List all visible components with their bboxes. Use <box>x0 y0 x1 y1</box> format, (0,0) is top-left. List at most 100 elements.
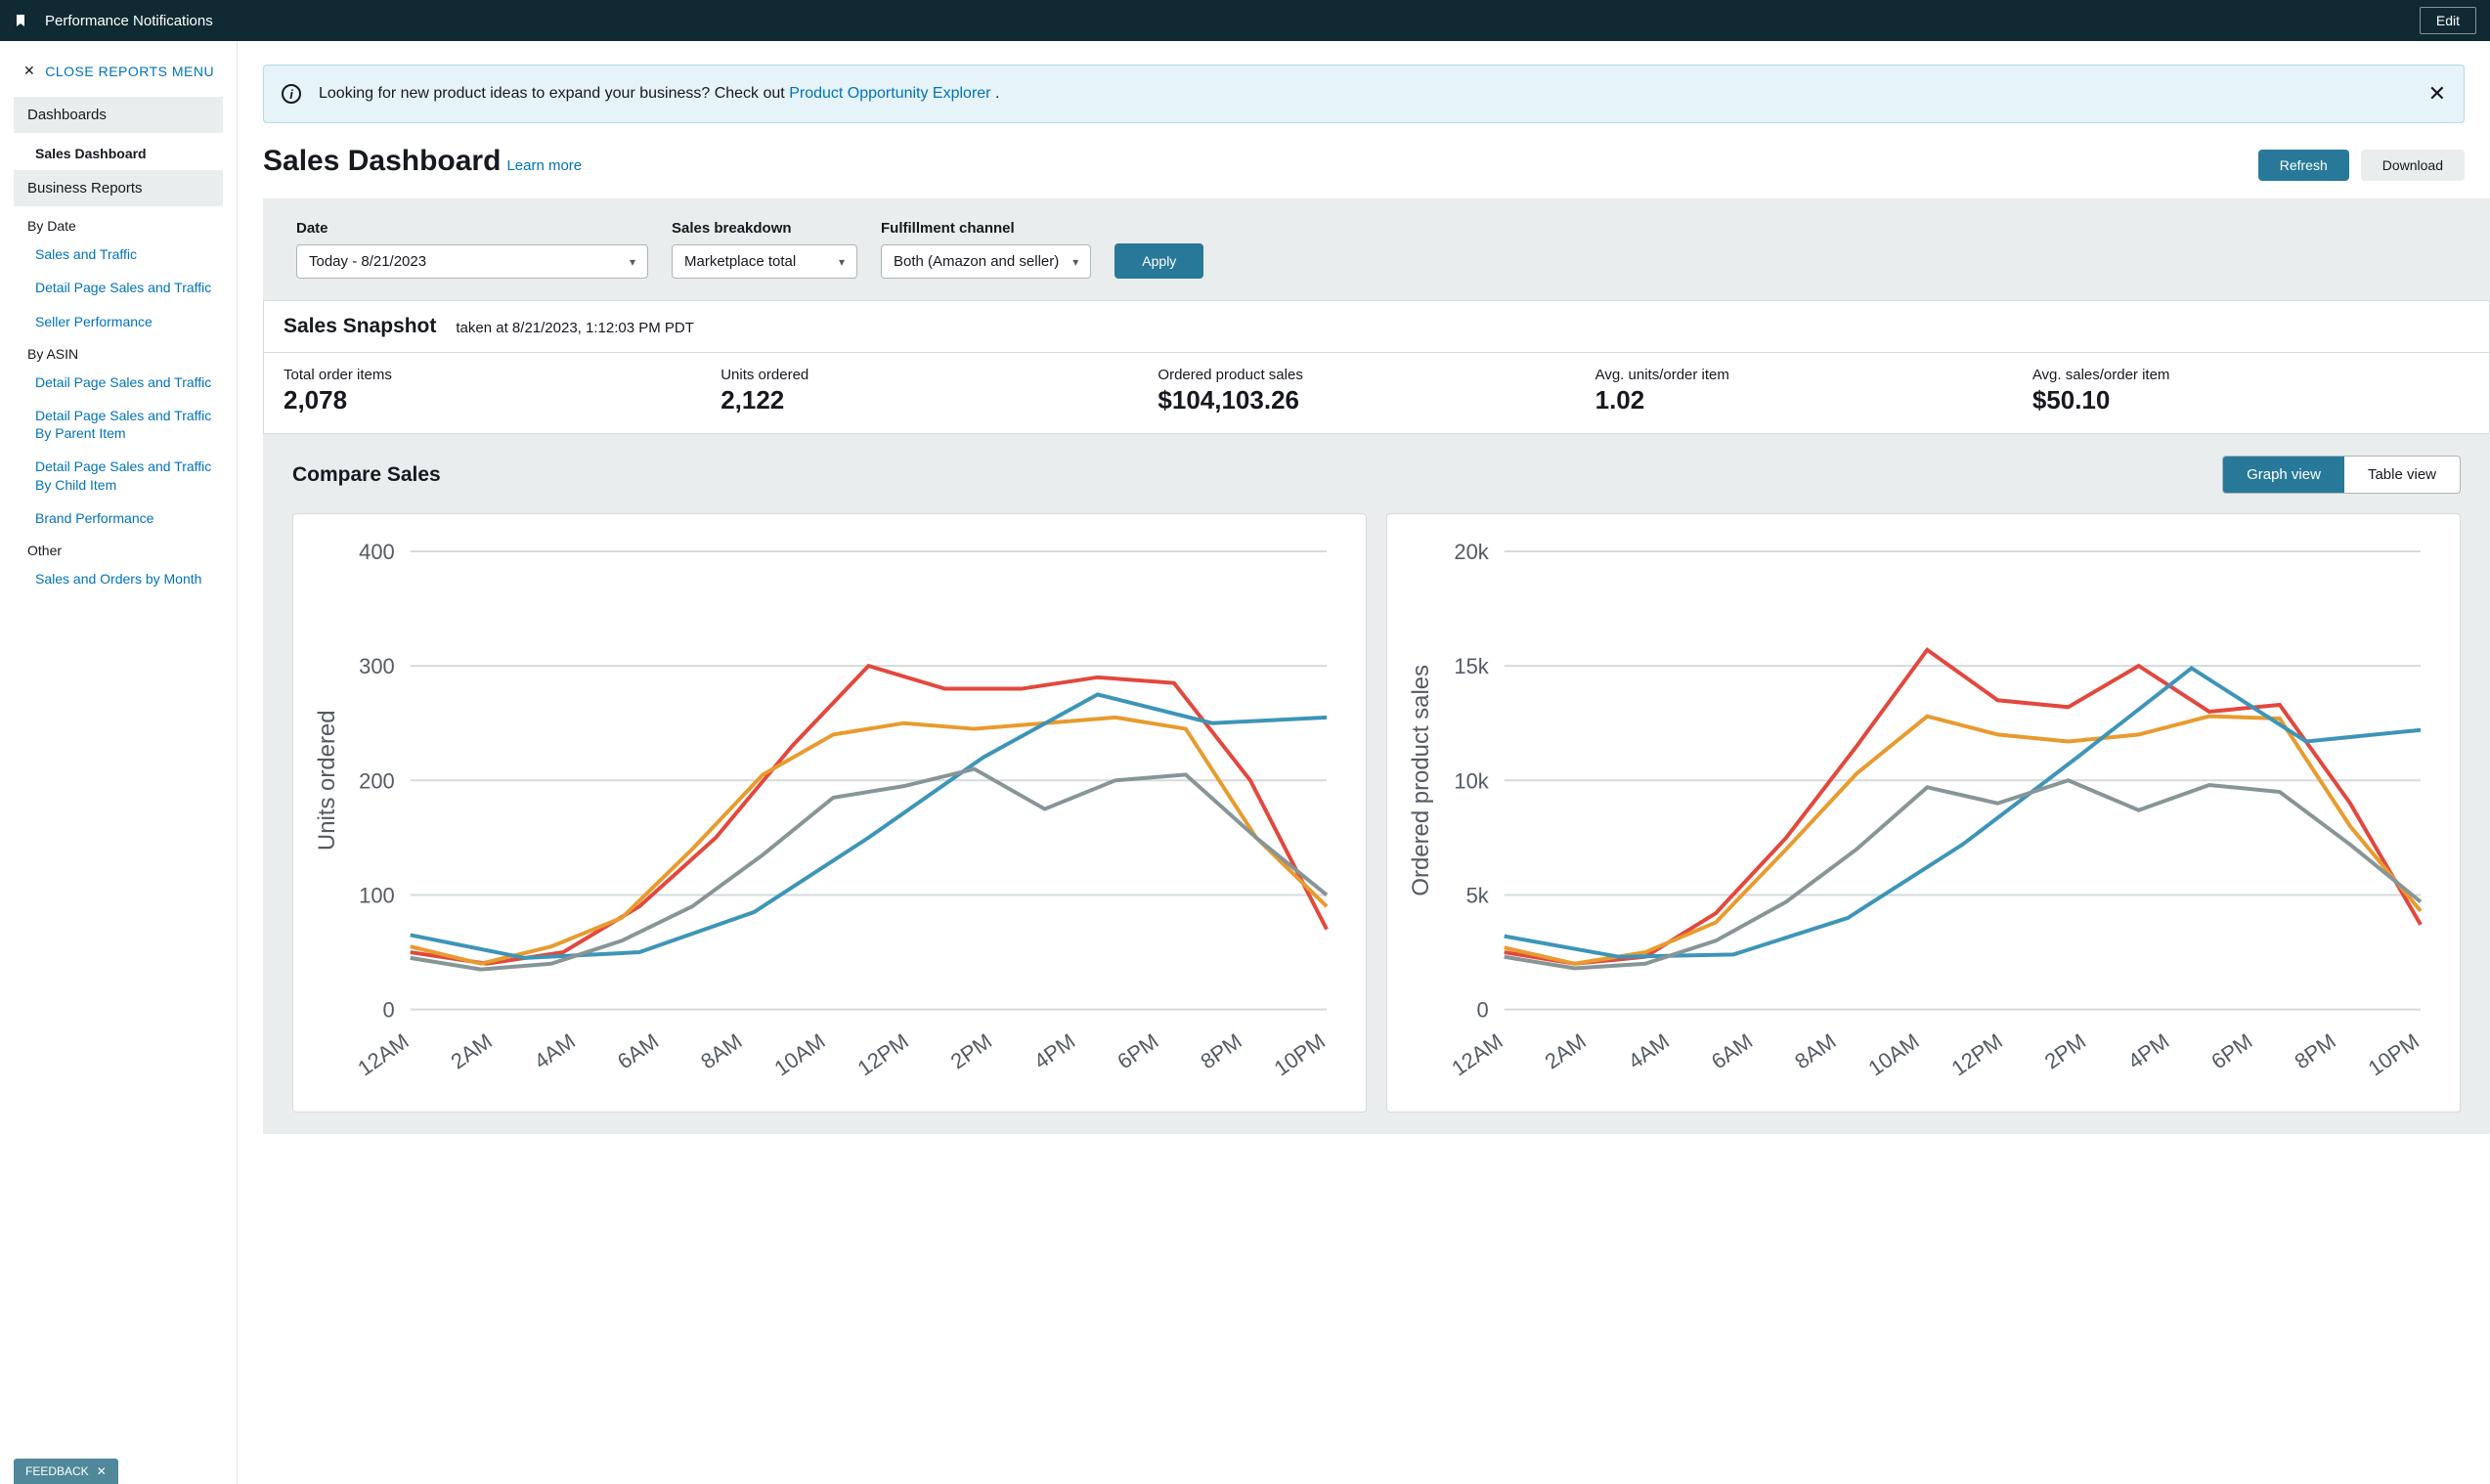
sidebar: ✕ CLOSE REPORTS MENU Dashboards Sales Da… <box>0 41 238 1484</box>
banner-close-icon[interactable]: ✕ <box>2428 81 2446 107</box>
breakdown-value: Marketplace total <box>684 253 796 270</box>
svg-text:12PM: 12PM <box>1947 1028 2007 1080</box>
svg-text:6PM: 6PM <box>2206 1028 2256 1073</box>
sidebar-item-seller-performance[interactable]: Seller Performance <box>0 305 237 338</box>
sidebar-item-sales-dashboard[interactable]: Sales Dashboard <box>0 137 237 170</box>
close-reports-menu[interactable]: ✕ CLOSE REPORTS MENU <box>0 63 237 97</box>
svg-text:12PM: 12PM <box>853 1028 913 1080</box>
metric-total-order-items: Total order items 2,078 <box>284 367 721 415</box>
metric-value: $104,103.26 <box>1158 385 1594 415</box>
close-icon: ✕ <box>23 63 35 79</box>
svg-text:12AM: 12AM <box>353 1028 413 1080</box>
metric-avg-units: Avg. units/order item 1.02 <box>1595 367 2032 415</box>
banner-pre: Looking for new product ideas to expand … <box>319 85 789 102</box>
channel-select[interactable]: Both (Amazon and seller) ▾ <box>881 244 1091 279</box>
metric-value: 1.02 <box>1595 385 2032 415</box>
svg-text:8PM: 8PM <box>1196 1028 1245 1073</box>
main: i Looking for new product ideas to expan… <box>238 41 2490 1484</box>
filter-panel: Date Today - 8/21/2023 ▾ Sales breakdown… <box>263 198 2490 300</box>
learn-more-link[interactable]: Learn more <box>506 157 582 174</box>
sidebar-item-asin-child[interactable]: Detail Page Sales and Traffic By Child I… <box>0 450 237 501</box>
feedback-label: FEEDBACK <box>25 1464 89 1478</box>
svg-text:8PM: 8PM <box>2290 1028 2339 1073</box>
chevron-down-icon: ▾ <box>839 255 845 269</box>
table-view-button[interactable]: Table view <box>2344 457 2460 493</box>
channel-value: Both (Amazon and seller) <box>894 253 1059 270</box>
chart-svg: 05k10k15k20k12AM2AM4AM6AM8AM10AM12PM2PM4… <box>1397 532 2450 1097</box>
svg-text:10PM: 10PM <box>1270 1028 1330 1080</box>
svg-text:10AM: 10AM <box>769 1028 829 1080</box>
filter-label-date: Date <box>296 220 648 237</box>
svg-text:Units ordered: Units ordered <box>314 710 340 851</box>
sidebar-item-asin-parent[interactable]: Detail Page Sales and Traffic By Parent … <box>0 399 237 450</box>
metrics-row: Total order items 2,078 Units ordered 2,… <box>264 353 2489 433</box>
compare-sales: Compare Sales Graph view Table view 0 100… <box>263 434 2490 1134</box>
banner-text: Looking for new product ideas to expand … <box>319 85 999 103</box>
feedback-button[interactable]: FEEDBACK ✕ <box>14 1459 118 1484</box>
sales-snapshot: Sales Snapshot taken at 8/21/2023, 1:12:… <box>263 300 2490 434</box>
svg-text:100: 100 <box>359 883 395 907</box>
metric-avg-sales: Avg. sales/order item $50.10 <box>2032 367 2469 415</box>
svg-text:300: 300 <box>359 654 395 678</box>
metric-value: 2,122 <box>721 385 1158 415</box>
sidebar-item-sales-orders-month[interactable]: Sales and Orders by Month <box>0 562 237 595</box>
metric-label: Ordered product sales <box>1158 367 1594 383</box>
sidebar-sub-other: Other <box>0 535 237 562</box>
chart-ordered-product-sales: 05k10k15k20k12AM2AM4AM6AM8AM10AM12PM2PM4… <box>1386 513 2461 1113</box>
svg-text:2AM: 2AM <box>447 1028 497 1073</box>
svg-text:20k: 20k <box>1454 540 1488 564</box>
chevron-down-icon: ▾ <box>1072 255 1078 269</box>
svg-text:400: 400 <box>359 540 395 564</box>
metric-label: Units ordered <box>721 367 1158 383</box>
download-button[interactable]: Download <box>2361 150 2465 181</box>
svg-text:Ordered product sales: Ordered product sales <box>1408 665 1434 896</box>
snapshot-timestamp: taken at 8/21/2023, 1:12:03 PM PDT <box>456 320 694 336</box>
sidebar-item-detail-page-sales[interactable]: Detail Page Sales and Traffic <box>0 271 237 304</box>
svg-text:4AM: 4AM <box>1624 1028 1674 1073</box>
svg-text:6AM: 6AM <box>1707 1028 1757 1073</box>
metric-label: Avg. units/order item <box>1595 367 2032 383</box>
view-toggle: Graph view Table view <box>2222 456 2461 494</box>
sidebar-item-sales-traffic[interactable]: Sales and Traffic <box>0 238 237 271</box>
chart-units-ordered: 010020030040012AM2AM4AM6AM8AM10AM12PM2PM… <box>292 513 1367 1113</box>
info-banner: i Looking for new product ideas to expan… <box>263 65 2465 123</box>
date-select[interactable]: Today - 8/21/2023 ▾ <box>296 244 648 279</box>
sidebar-header-business-reports: Business Reports <box>14 170 223 206</box>
svg-text:2PM: 2PM <box>946 1028 996 1073</box>
svg-text:200: 200 <box>359 768 395 793</box>
close-icon: ✕ <box>97 1464 107 1478</box>
svg-text:10k: 10k <box>1454 768 1488 793</box>
sidebar-item-brand-performance[interactable]: Brand Performance <box>0 502 237 535</box>
apply-button[interactable]: Apply <box>1114 243 1203 279</box>
filter-label-breakdown: Sales breakdown <box>672 220 857 237</box>
compare-title: Compare Sales <box>292 463 441 487</box>
svg-text:4PM: 4PM <box>2123 1028 2173 1073</box>
topbar: Performance Notifications Edit <box>0 0 2490 41</box>
breakdown-select[interactable]: Marketplace total ▾ <box>672 244 857 279</box>
metric-label: Avg. sales/order item <box>2032 367 2469 383</box>
snapshot-title: Sales Snapshot <box>284 315 436 338</box>
svg-text:15k: 15k <box>1454 654 1488 678</box>
bookmark-icon[interactable] <box>14 14 27 27</box>
sidebar-item-asin-detail[interactable]: Detail Page Sales and Traffic <box>0 366 237 399</box>
chart-svg: 010020030040012AM2AM4AM6AM8AM10AM12PM2PM… <box>303 532 1356 1097</box>
banner-post: . <box>991 85 1000 102</box>
metric-value: $50.10 <box>2032 385 2469 415</box>
filter-label-channel: Fulfillment channel <box>881 220 1091 237</box>
refresh-button[interactable]: Refresh <box>2258 150 2349 181</box>
date-value: Today - 8/21/2023 <box>309 253 426 270</box>
banner-link[interactable]: Product Opportunity Explorer <box>789 85 990 102</box>
svg-text:4PM: 4PM <box>1029 1028 1079 1073</box>
svg-text:6PM: 6PM <box>1113 1028 1162 1073</box>
svg-text:6AM: 6AM <box>613 1028 663 1073</box>
sidebar-header-dashboards: Dashboards <box>14 97 223 133</box>
svg-text:10AM: 10AM <box>1863 1028 1923 1080</box>
svg-text:12AM: 12AM <box>1447 1028 1507 1080</box>
svg-text:0: 0 <box>1477 998 1489 1023</box>
edit-button[interactable]: Edit <box>2420 7 2476 34</box>
sidebar-sub-by-asin: By ASIN <box>0 338 237 366</box>
sidebar-sub-by-date: By Date <box>0 210 237 238</box>
svg-text:10PM: 10PM <box>2364 1028 2424 1080</box>
graph-view-button[interactable]: Graph view <box>2223 457 2344 493</box>
chevron-down-icon: ▾ <box>630 255 635 269</box>
